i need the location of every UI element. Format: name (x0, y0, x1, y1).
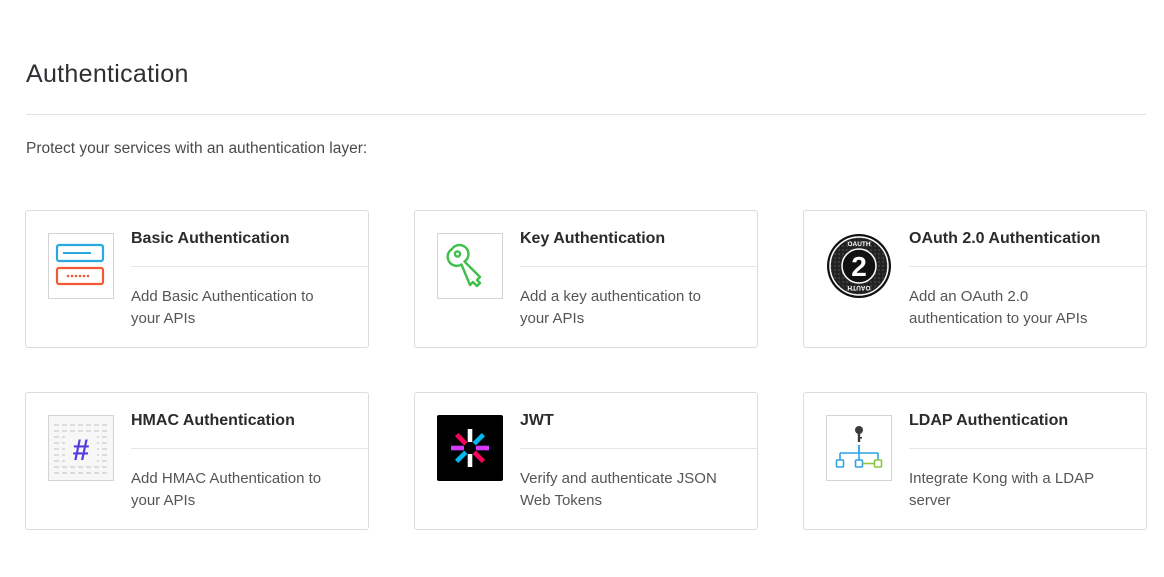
oauth-badge-text: OAUTH (847, 241, 870, 248)
card-divider (131, 448, 368, 449)
card-divider (520, 266, 757, 267)
plugin-card-key-auth[interactable]: Key Authentication Add a key authenticat… (414, 210, 758, 348)
plugin-card-title: Key Authentication (520, 230, 666, 247)
plugin-card-ldap-auth[interactable]: LDAP Authentication Integrate Kong with … (803, 392, 1147, 530)
plugin-card-title: OAuth 2.0 Authentication (909, 230, 1101, 247)
plugin-card-hmac-auth[interactable]: # HMAC Authentication Add HMAC Authentic… (25, 392, 369, 530)
plugin-card-description: Add an OAuth 2.0 authentication to your … (909, 288, 1088, 327)
plugin-card-description: Add a key authentication to your APIs (520, 288, 701, 327)
plugin-card-title: HMAC Authentication (131, 412, 295, 429)
jwt-icon (437, 415, 503, 481)
card-divider (909, 266, 1146, 267)
intro-text: Protect your services with an authentica… (26, 140, 368, 157)
plugin-card-description: Add HMAC Authentication to your APIs (131, 470, 322, 509)
oauth2-icon: OAUTH OAUTH 2 (826, 233, 892, 299)
basic-auth-icon (48, 233, 114, 299)
hmac-hash-glyph: # (73, 434, 90, 467)
oauth-badge-number: 2 (851, 251, 867, 282)
title-divider (26, 114, 1146, 115)
plugin-card-oauth2[interactable]: OAUTH OAUTH 2 OAuth 2.0 Authentication A… (803, 210, 1147, 348)
card-divider (909, 448, 1146, 449)
plugin-card-description: Integrate Kong with a LDAP server (909, 470, 1094, 509)
plugin-card-title: JWT (520, 412, 554, 429)
page-title: Authentication (26, 60, 189, 88)
oauth-badge-text-bottom: OAUTH (847, 284, 870, 291)
plugin-card-title: LDAP Authentication (909, 412, 1069, 429)
plugin-card-description: Add Basic Authentication to your APIs (131, 288, 314, 327)
hmac-icon: # (48, 415, 114, 481)
ldap-icon (826, 415, 892, 481)
plugin-card-basic-auth[interactable]: Basic Authentication Add Basic Authentic… (25, 210, 369, 348)
card-divider (520, 448, 757, 449)
key-icon (437, 233, 503, 299)
plugin-card-title: Basic Authentication (131, 230, 290, 247)
card-divider (131, 266, 368, 267)
plugin-card-jwt[interactable]: JWT Verify and authenticate JSON Web Tok… (414, 392, 758, 530)
plugin-card-description: Verify and authenticate JSON Web Tokens (520, 470, 717, 509)
